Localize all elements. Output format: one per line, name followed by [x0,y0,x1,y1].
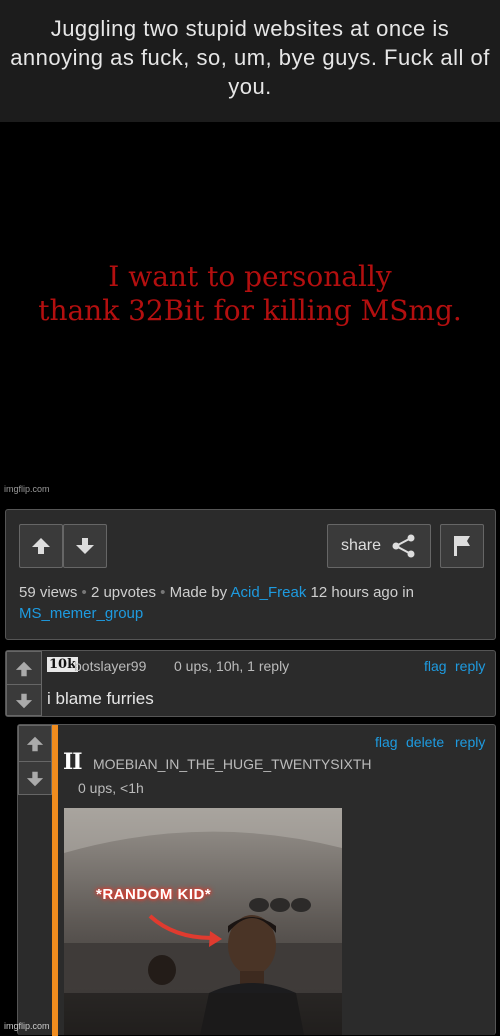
comment-1-username[interactable]: botslayer99 [74,658,146,674]
comment-2-reply-link[interactable]: reply [455,734,485,750]
image-caption: *RANDOM KID* [96,886,212,903]
bottom-watermark: imgflip.com [4,1021,50,1031]
random-kid-photo [64,808,342,1035]
comment-2-upvote-button[interactable] [19,728,51,760]
upvote-arrow-icon [26,736,44,752]
reply-accent-bar [52,725,58,1036]
share-label: share [340,537,382,554]
upvote-arrow-icon [32,538,50,554]
upvote-arrow-icon [15,661,33,677]
downvote-button[interactable] [63,524,107,568]
upvotes-count: 2 upvotes [90,584,156,601]
comment-2-delete-link[interactable]: delete [406,734,444,750]
downvote-arrow-icon [26,771,44,787]
comment-2-image[interactable]: *RANDOM KID* [64,808,342,1035]
comment-2-vote-column [18,725,52,795]
upvote-button[interactable] [19,524,63,568]
flag-button[interactable] [440,524,484,568]
post-panel: share 59 views • 2 upvotes • Made by Aci… [5,509,496,640]
downvote-arrow-icon [76,538,94,554]
comment-1-reply-link[interactable]: reply [455,658,485,674]
flag-icon [454,536,470,556]
made-by-label: Made by [169,584,228,601]
share-button[interactable]: share [327,524,431,568]
comment-1-vote-column [6,651,42,716]
comment-2-username[interactable]: MOEBIAN_IN_THE_HUGE_TWENTYSIXTH [93,756,372,772]
comment-2-meta: 0 ups, <1h [78,780,144,796]
meme-text: I want to personally thank 32Bit for kil… [0,260,500,328]
header-caption: Juggling two stupid websites at once is … [0,0,500,122]
views-count: 59 views [19,584,78,601]
meme-watermark: imgflip.com [4,484,50,494]
meme-image: I want to personally thank 32Bit for kil… [0,122,500,498]
post-time: 12 hours ago in [310,584,414,601]
meme-text-line-1: I want to personally [108,260,392,293]
meme-text-line-2: thank 32Bit for killing MSmg. [38,294,462,327]
comment-1-meta: 0 ups, 10h, 1 reply [174,658,290,674]
comment-1: 10k botslayer99 0 ups, 10h, 1 reply flag… [5,650,496,717]
comment-1-flag-link[interactable]: flag [424,658,447,674]
header-caption-text: Juggling two stupid websites at once is … [10,16,490,99]
downvote-arrow-icon [15,693,33,709]
comment-1-upvote-button[interactable] [7,654,41,684]
post-stats: 59 views • 2 upvotes • Made by Acid_Frea… [19,584,414,601]
share-icon [392,534,415,558]
stream-link[interactable]: MS_memer_group [19,605,143,622]
comment-2-flag-link[interactable]: flag [375,734,398,750]
comment-2-badge: II [63,749,83,775]
comment-1-downvote-button[interactable] [7,686,41,716]
author-link[interactable]: Acid_Freak [230,584,306,601]
comment-1-text: i blame furries [47,689,154,708]
comment-2-downvote-button[interactable] [19,763,51,795]
